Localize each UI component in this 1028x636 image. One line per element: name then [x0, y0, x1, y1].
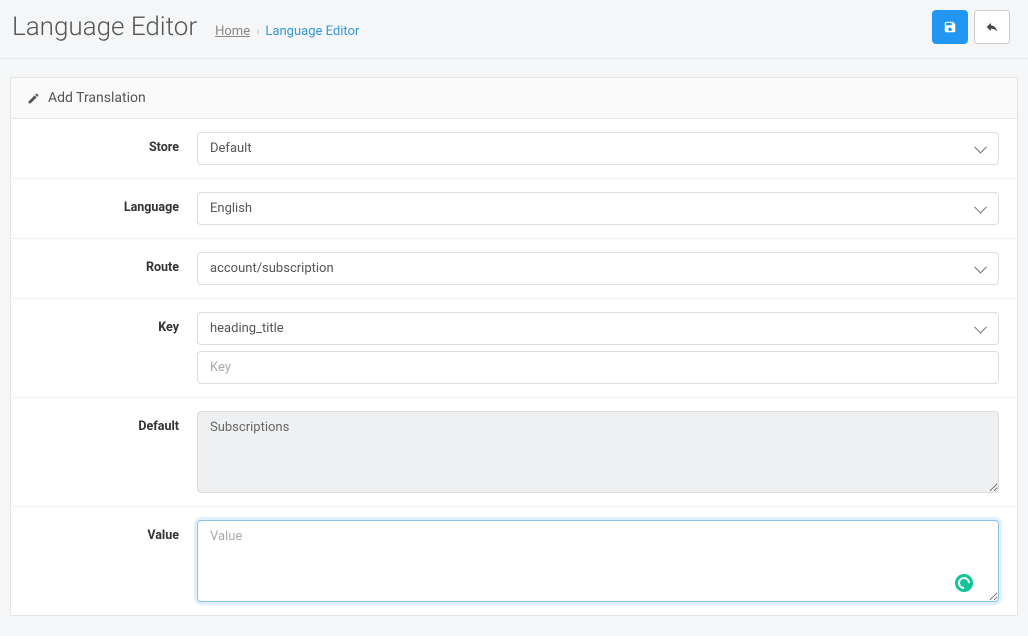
panel-header: Add Translation — [11, 78, 1017, 119]
panel-title: Add Translation — [48, 90, 146, 106]
back-button[interactable] — [974, 10, 1010, 44]
form-body: Store Default Language English Rou — [11, 119, 1017, 615]
page-header: Language Editor Home › Language Editor — [0, 0, 1028, 59]
reply-icon — [985, 20, 999, 34]
save-button[interactable] — [932, 10, 968, 44]
language-label: Language — [29, 192, 179, 215]
form-row-key: Key heading_title — [11, 299, 1017, 398]
key-label: Key — [29, 312, 179, 335]
form-row-value: Value — [11, 507, 1017, 615]
save-icon — [943, 20, 957, 34]
key-select[interactable]: heading_title — [197, 312, 999, 345]
pencil-icon — [27, 92, 40, 105]
form-row-route: Route account/subscription — [11, 239, 1017, 299]
key-input[interactable] — [197, 351, 999, 384]
value-textarea[interactable] — [197, 520, 999, 602]
breadcrumb-home-link[interactable]: Home — [215, 24, 250, 39]
header-actions — [932, 10, 1010, 44]
breadcrumb-current-link[interactable]: Language Editor — [265, 24, 359, 39]
default-textarea — [197, 411, 999, 493]
form-row-store: Store Default — [11, 119, 1017, 179]
route-label: Route — [29, 252, 179, 275]
header-left: Language Editor Home › Language Editor — [12, 12, 359, 42]
language-select[interactable]: English — [197, 192, 999, 225]
breadcrumb: Home › Language Editor — [215, 24, 359, 39]
form-row-default: Default — [11, 398, 1017, 507]
page-title: Language Editor — [12, 12, 197, 42]
store-label: Store — [29, 132, 179, 155]
route-select[interactable]: account/subscription — [197, 252, 999, 285]
default-label: Default — [29, 411, 179, 434]
value-label: Value — [29, 520, 179, 543]
form-row-language: Language English — [11, 179, 1017, 239]
breadcrumb-separator: › — [256, 25, 259, 38]
form-panel: Add Translation Store Default Language E… — [10, 77, 1018, 616]
store-select[interactable]: Default — [197, 132, 999, 165]
